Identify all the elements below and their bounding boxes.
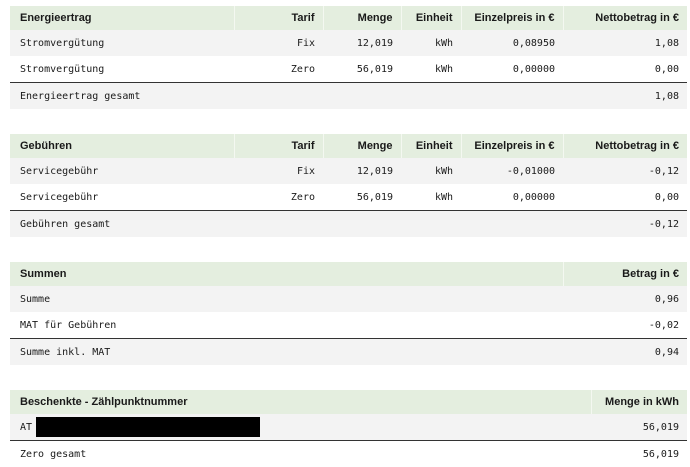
cell-tarif: Fix <box>234 158 323 184</box>
invoice-tables: Energieertrag Tarif Menge Einheit Einzel… <box>10 6 687 467</box>
cell-tarif: Fix <box>234 30 323 56</box>
cell-einzelpreis: 0,00000 <box>461 56 563 83</box>
cell-einzelpreis: 0,08950 <box>461 30 563 56</box>
header-einheit: Einheit <box>401 134 461 158</box>
zaehlpunkt-prefix: AT <box>20 422 32 433</box>
cell-nettobetrag: 1,08 <box>563 30 687 56</box>
header-betrag: Betrag in € <box>563 262 687 286</box>
total-value: 1,08 <box>563 83 687 110</box>
table-row: Stromvergütung Fix 12,019 kWh 0,08950 1,… <box>10 30 687 56</box>
total-row: Gebühren gesamt -0,12 <box>10 211 687 238</box>
cell-tarif: Zero <box>234 184 323 211</box>
table-row: Stromvergütung Zero 56,019 kWh 0,00000 0… <box>10 56 687 83</box>
cell-position: MAT für Gebühren <box>10 312 563 339</box>
cell-position: Stromvergütung <box>10 56 234 83</box>
table-row: MAT für Gebühren -0,02 <box>10 312 687 339</box>
beschenkte-table: Beschenkte - Zählpunktnummer Menge in kW… <box>10 390 687 467</box>
cell-einzelpreis: -0,01000 <box>461 158 563 184</box>
cell-position: Servicegebühr <box>10 184 234 211</box>
cell-einzelpreis: 0,00000 <box>461 184 563 211</box>
header-summen: Summen <box>10 262 563 286</box>
header-zaehlpunktnummer: Beschenkte - Zählpunktnummer <box>10 390 591 414</box>
header-nettobetrag: Nettobetrag in € <box>563 6 687 30</box>
energieertrag-table: Energieertrag Tarif Menge Einheit Einzel… <box>10 6 687 109</box>
header-einheit: Einheit <box>401 6 461 30</box>
total-label: Energieertrag gesamt <box>10 83 563 110</box>
cell-nettobetrag: -0,12 <box>563 158 687 184</box>
beschenkte-header-row: Beschenkte - Zählpunktnummer Menge in kW… <box>10 390 687 414</box>
cell-einheit: kWh <box>401 56 461 83</box>
table-row: Servicegebühr Zero 56,019 kWh 0,00000 0,… <box>10 184 687 211</box>
cell-menge: 56,019 <box>591 414 687 441</box>
header-tarif: Tarif <box>234 134 323 158</box>
section-gap <box>10 379 687 390</box>
header-menge: Menge <box>323 6 401 30</box>
cell-betrag: 0,96 <box>563 286 687 312</box>
cell-nettobetrag: 0,00 <box>563 184 687 211</box>
cell-zaehlpunkt: AT <box>10 414 591 441</box>
total-row: Energieertrag gesamt 1,08 <box>10 83 687 110</box>
cell-menge: 56,019 <box>323 56 401 83</box>
table-row: Servicegebühr Fix 12,019 kWh -0,01000 -0… <box>10 158 687 184</box>
cell-menge: 12,019 <box>323 158 401 184</box>
cell-menge: 12,019 <box>323 30 401 56</box>
gebuehren-header-row: Gebühren Tarif Menge Einheit Einzelpreis… <box>10 134 687 158</box>
cell-tarif: Zero <box>234 56 323 83</box>
cell-position: Servicegebühr <box>10 158 234 184</box>
redacted-block <box>36 417 260 437</box>
total-row: Summe inkl. MAT 0,94 <box>10 339 687 366</box>
total-label: Summe inkl. MAT <box>10 339 563 366</box>
table-row: AT 56,019 <box>10 414 687 441</box>
gebuehren-table: Gebühren Tarif Menge Einheit Einzelpreis… <box>10 134 687 237</box>
cell-einheit: kWh <box>401 30 461 56</box>
header-einzelpreis: Einzelpreis in € <box>461 6 563 30</box>
total-value: -0,12 <box>563 211 687 238</box>
table-row: Summe 0,96 <box>10 286 687 312</box>
header-gebuehren: Gebühren <box>10 134 234 158</box>
header-menge-kwh: Menge in kWh <box>591 390 687 414</box>
cell-position: Summe <box>10 286 563 312</box>
energieertrag-header-row: Energieertrag Tarif Menge Einheit Einzel… <box>10 6 687 30</box>
header-nettobetrag: Nettobetrag in € <box>563 134 687 158</box>
total-label: Gebühren gesamt <box>10 211 563 238</box>
header-energieertrag: Energieertrag <box>10 6 234 30</box>
header-tarif: Tarif <box>234 6 323 30</box>
summen-header-row: Summen Betrag in € <box>10 262 687 286</box>
summen-table: Summen Betrag in € Summe 0,96 MAT für Ge… <box>10 262 687 365</box>
total-value: 0,94 <box>563 339 687 366</box>
cell-einheit: kWh <box>401 184 461 211</box>
cell-menge: 56,019 <box>323 184 401 211</box>
cell-betrag: -0,02 <box>563 312 687 339</box>
header-menge: Menge <box>323 134 401 158</box>
section-gap <box>10 123 687 134</box>
section-gap <box>10 251 687 262</box>
header-einzelpreis: Einzelpreis in € <box>461 134 563 158</box>
cell-nettobetrag: 0,00 <box>563 56 687 83</box>
cell-position: Stromvergütung <box>10 30 234 56</box>
cell-einheit: kWh <box>401 158 461 184</box>
